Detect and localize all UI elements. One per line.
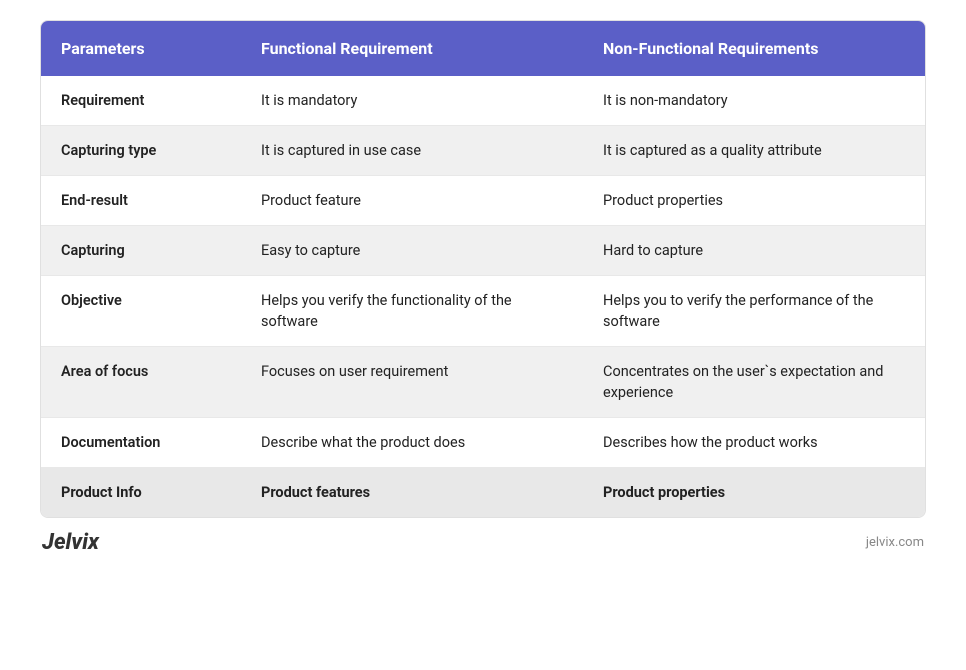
table-row: Product InfoProduct featuresProduct prop… <box>41 468 925 517</box>
comparison-table: Parameters Functional Requirement Non-Fu… <box>40 20 926 518</box>
row-4-col2: Helps you verify the functionality of th… <box>241 276 583 346</box>
row-5-col1: Area of focus <box>41 347 241 417</box>
row-1-col3: It is captured as a quality attribute <box>583 126 925 175</box>
row-1-col2: It is captured in use case <box>241 126 583 175</box>
row-0-col3: It is non-mandatory <box>583 76 925 125</box>
row-3-col3: Hard to capture <box>583 226 925 275</box>
brand-logo: Jelvix <box>42 530 99 555</box>
row-5-col3: Concentrates on the user`s expectation a… <box>583 347 925 417</box>
row-3-col1: Capturing <box>41 226 241 275</box>
table-row: RequirementIt is mandatoryIt is non-mand… <box>41 76 925 126</box>
row-7-col2: Product features <box>241 468 583 517</box>
row-6-col1: Documentation <box>41 418 241 467</box>
footer-url: jelvix.com <box>866 535 924 550</box>
row-5-col2: Focuses on user requirement <box>241 347 583 417</box>
row-7-col1: Product Info <box>41 468 241 517</box>
page-wrapper: Parameters Functional Requirement Non-Fu… <box>0 0 966 670</box>
header-col-functional: Functional Requirement <box>241 21 583 76</box>
row-4-col1: Objective <box>41 276 241 346</box>
row-2-col3: Product properties <box>583 176 925 225</box>
table-body: RequirementIt is mandatoryIt is non-mand… <box>41 76 925 517</box>
row-3-col2: Easy to capture <box>241 226 583 275</box>
table-row: CapturingEasy to captureHard to capture <box>41 226 925 276</box>
header-col-parameters: Parameters <box>41 21 241 76</box>
row-6-col2: Describe what the product does <box>241 418 583 467</box>
row-6-col3: Describes how the product works <box>583 418 925 467</box>
table-row: ObjectiveHelps you verify the functional… <box>41 276 925 347</box>
row-4-col3: Helps you to verify the performance of t… <box>583 276 925 346</box>
table-header: Parameters Functional Requirement Non-Fu… <box>41 21 925 76</box>
header-col-nonfunctional: Non-Functional Requirements <box>583 21 925 76</box>
table-row: End-resultProduct featureProduct propert… <box>41 176 925 226</box>
row-7-col3: Product properties <box>583 468 925 517</box>
row-0-col1: Requirement <box>41 76 241 125</box>
table-row: DocumentationDescribe what the product d… <box>41 418 925 468</box>
row-2-col2: Product feature <box>241 176 583 225</box>
row-1-col1: Capturing type <box>41 126 241 175</box>
table-row: Capturing typeIt is captured in use case… <box>41 126 925 176</box>
row-0-col2: It is mandatory <box>241 76 583 125</box>
footer: Jelvix jelvix.com <box>40 530 926 555</box>
row-2-col1: End-result <box>41 176 241 225</box>
table-row: Area of focusFocuses on user requirement… <box>41 347 925 418</box>
